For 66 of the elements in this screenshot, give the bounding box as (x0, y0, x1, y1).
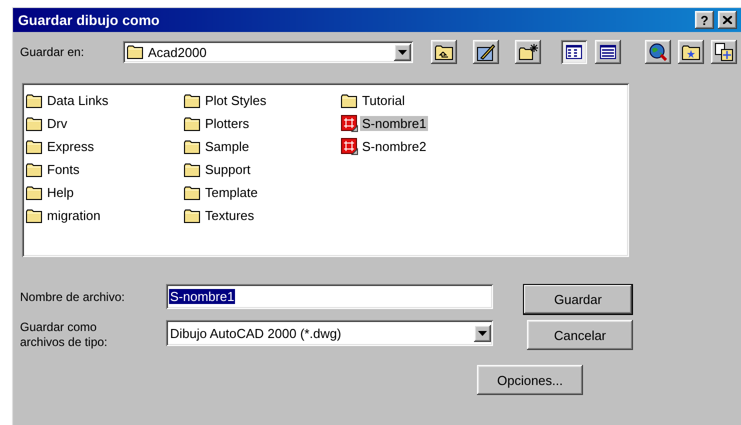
globe-search-icon (649, 43, 667, 61)
help-button[interactable]: ? (695, 11, 714, 29)
folder-icon (26, 186, 43, 200)
folder-icon (26, 94, 43, 108)
toolbar-button[interactable] (515, 40, 541, 64)
file-item[interactable]: Plot Styles (203, 93, 268, 108)
cancel-button[interactable]: Cancelar (527, 320, 633, 350)
save-in-value: Acad2000 (147, 44, 208, 60)
dropdown-arrow-icon (398, 50, 407, 54)
file-name-field[interactable]: S-nombre1 (166, 284, 493, 309)
file-item[interactable]: Tutorial (360, 93, 407, 108)
dropdown-arrow-icon (478, 330, 487, 336)
file-item[interactable]: S-nombre1 (360, 116, 428, 131)
close-icon (723, 16, 732, 24)
file-name-label: Nombre de archivo: (20, 290, 126, 304)
file-item[interactable]: migration (45, 208, 102, 223)
file-item[interactable]: Plotters (203, 116, 252, 131)
folder-icon (26, 116, 43, 130)
save-in-label: Guardar en: (20, 45, 84, 59)
window-title: Guardar dibujo como (18, 12, 161, 28)
folder-icon (184, 140, 201, 154)
star-folder-icon (682, 44, 700, 60)
toolbar-button[interactable] (711, 40, 737, 64)
folder-icon (341, 94, 358, 108)
file-type-value: Dibujo AutoCAD 2000 (*.dwg) (170, 326, 342, 340)
folder-icon (184, 208, 201, 222)
drawing-file-icon (341, 138, 358, 155)
file-item[interactable]: Drv (45, 116, 70, 131)
toolbar-button[interactable] (595, 40, 621, 64)
toolbar-button[interactable] (645, 40, 671, 64)
dropdown-button[interactable] (474, 324, 491, 342)
folder-icon (127, 45, 144, 59)
toolbar-button[interactable] (473, 40, 499, 64)
folder-icon (184, 162, 201, 176)
folder-icon (184, 94, 201, 108)
close-button[interactable] (718, 11, 737, 29)
file-item[interactable]: Support (203, 162, 253, 177)
file-item[interactable]: S-nombre2 (360, 139, 428, 154)
toolbar-button[interactable] (561, 40, 587, 64)
folder-icon (184, 116, 201, 130)
up-folder-icon (435, 44, 453, 60)
drawing-file-icon (341, 115, 358, 132)
file-item[interactable]: Help (45, 185, 76, 200)
new-folder-icon (518, 44, 538, 60)
file-item[interactable]: Data Links (45, 93, 110, 108)
file-item[interactable]: Sample (203, 139, 252, 154)
details-view-icon (600, 45, 616, 59)
file-type-dropdown[interactable]: Dibujo AutoCAD 2000 (*.dwg) (166, 320, 493, 346)
save-button[interactable]: Guardar (523, 284, 633, 315)
file-item[interactable]: Express (45, 139, 96, 154)
file-type-label: archivos de tipo: (20, 335, 108, 350)
file-item[interactable]: Textures (203, 208, 256, 223)
options-button[interactable]: Opciones... (477, 365, 583, 395)
folder-icon (26, 162, 43, 176)
add-favorite-icon (715, 43, 733, 61)
file-item[interactable]: Fonts (45, 162, 82, 177)
file-type-label: Guardar como (20, 320, 98, 335)
folder-icon (26, 208, 43, 222)
file-item[interactable]: Template (203, 185, 260, 200)
folder-icon (184, 186, 201, 200)
toolbar-button[interactable] (431, 40, 457, 64)
folder-icon (26, 140, 43, 154)
dropdown-button[interactable] (394, 44, 411, 60)
list-view-icon (566, 45, 582, 59)
toolbar-button[interactable] (678, 40, 704, 64)
save-in-dropdown[interactable]: Acad2000 (123, 41, 413, 63)
